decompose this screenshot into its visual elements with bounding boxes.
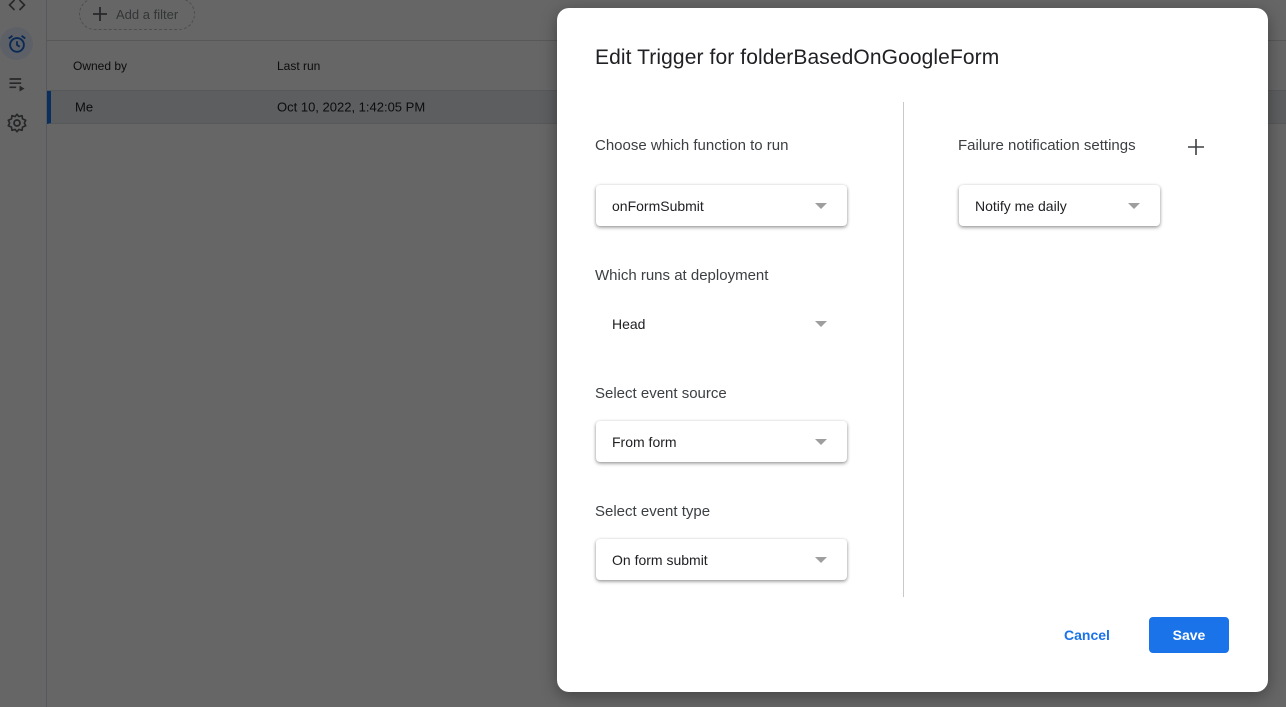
event-source-select-value: From form <box>612 433 677 450</box>
cancel-button[interactable]: Cancel <box>1050 617 1124 653</box>
dropdown-arrow-icon <box>815 321 827 327</box>
failure-notification-select-value: Notify me daily <box>975 197 1067 214</box>
add-notification-button[interactable] <box>1185 136 1207 158</box>
dropdown-arrow-icon <box>815 439 827 445</box>
dropdown-arrow-icon <box>1128 203 1140 209</box>
dialog-title: Edit Trigger for folderBasedOnGoogleForm <box>595 46 1000 69</box>
edit-trigger-dialog: Edit Trigger for folderBasedOnGoogleForm… <box>557 8 1268 692</box>
function-select[interactable]: onFormSubmit <box>596 185 847 226</box>
event-source-label: Select event source <box>595 385 727 402</box>
deployment-label: Which runs at deployment <box>595 267 769 284</box>
failure-notification-label: Failure notification settings <box>958 137 1136 154</box>
event-type-select-value: On form submit <box>612 551 708 568</box>
function-label: Choose which function to run <box>595 137 789 154</box>
save-button[interactable]: Save <box>1149 617 1229 653</box>
function-select-value: onFormSubmit <box>612 197 704 214</box>
event-type-label: Select event type <box>595 503 711 520</box>
deployment-select-value: Head <box>612 315 646 332</box>
failure-notification-select[interactable]: Notify me daily <box>959 185 1160 226</box>
event-type-select[interactable]: On form submit <box>596 539 847 580</box>
event-source-select[interactable]: From form <box>596 421 847 462</box>
dropdown-arrow-icon <box>815 203 827 209</box>
column-divider <box>903 102 904 597</box>
plus-icon <box>1188 139 1204 155</box>
dropdown-arrow-icon <box>815 557 827 563</box>
deployment-select[interactable]: Head <box>596 303 847 344</box>
